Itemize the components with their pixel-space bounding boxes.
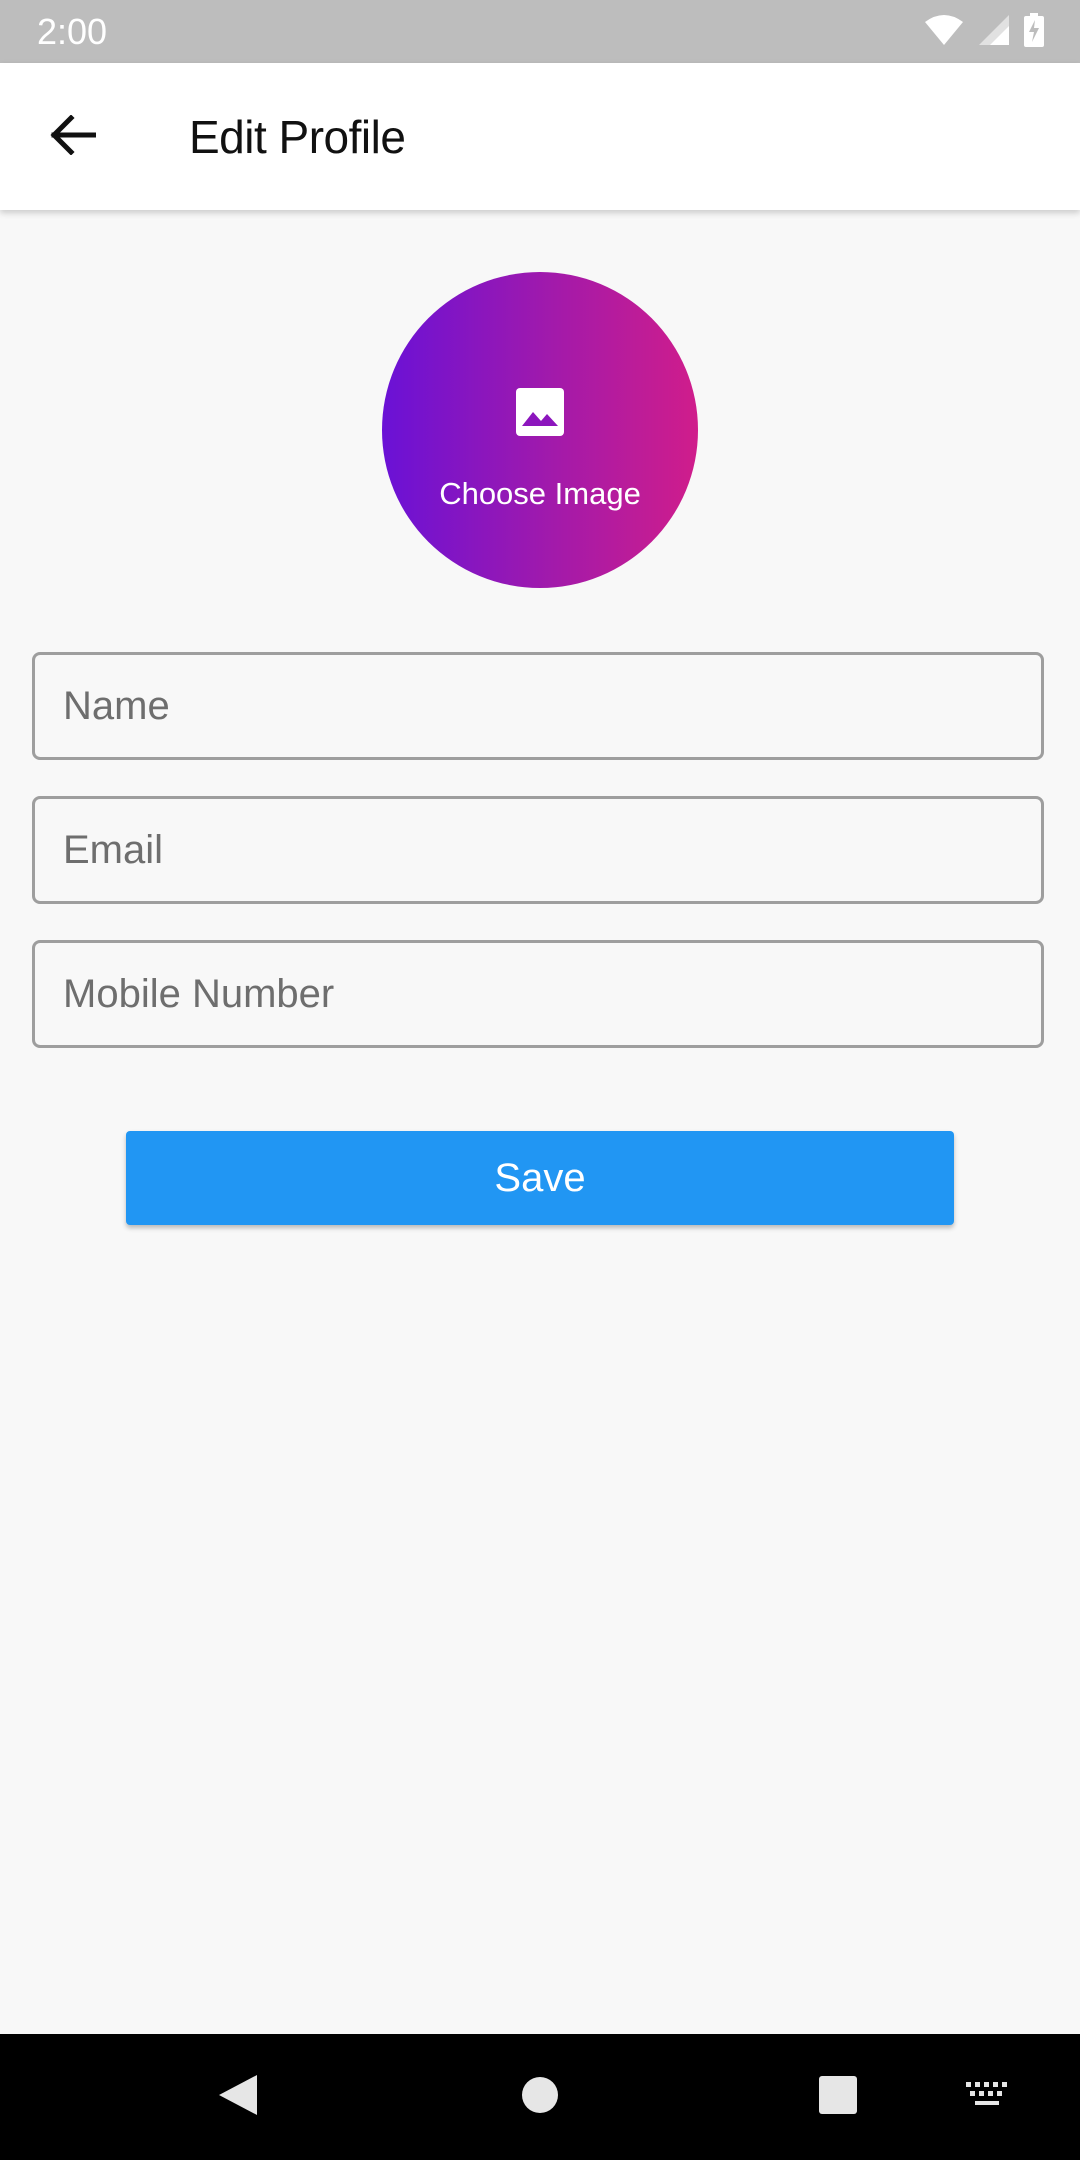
mobile-number-field[interactable] <box>32 940 1044 1048</box>
status-bar: 2:00 <box>0 0 1080 63</box>
status-icons <box>924 12 1044 52</box>
name-input[interactable] <box>63 655 1013 757</box>
nav-keyboard-button[interactable] <box>948 2034 1028 2160</box>
page-title: Edit Profile <box>189 111 406 163</box>
status-time: 2:00 <box>37 11 108 52</box>
name-field[interactable] <box>32 652 1044 760</box>
recents-square-icon <box>818 2075 858 2120</box>
signal-icon <box>978 14 1010 51</box>
nav-recents-button[interactable] <box>798 2034 878 2160</box>
home-circle-icon <box>520 2075 560 2120</box>
system-nav-bar <box>0 2034 1080 2160</box>
save-button[interactable]: Save <box>126 1131 954 1225</box>
arrow-left-icon <box>50 113 97 160</box>
edit-profile-screen: 2:00 Edit Profile Choose Image Name Emai… <box>0 0 1080 2160</box>
email-input[interactable] <box>63 799 1013 901</box>
back-button[interactable] <box>36 107 110 167</box>
battery-charging-icon <box>1024 12 1044 52</box>
app-bar: Edit Profile <box>0 63 1080 210</box>
back-triangle-icon <box>217 2073 259 2122</box>
choose-image-button[interactable]: Choose Image <box>382 272 698 588</box>
mobile-number-input[interactable] <box>63 943 1013 1045</box>
keyboard-icon <box>966 2081 1010 2113</box>
choose-image-label: Choose Image <box>439 476 641 511</box>
email-field[interactable] <box>32 796 1044 904</box>
wifi-icon <box>924 14 964 51</box>
image-icon <box>514 386 566 438</box>
nav-home-button[interactable] <box>500 2034 580 2160</box>
nav-back-button[interactable] <box>198 2034 278 2160</box>
